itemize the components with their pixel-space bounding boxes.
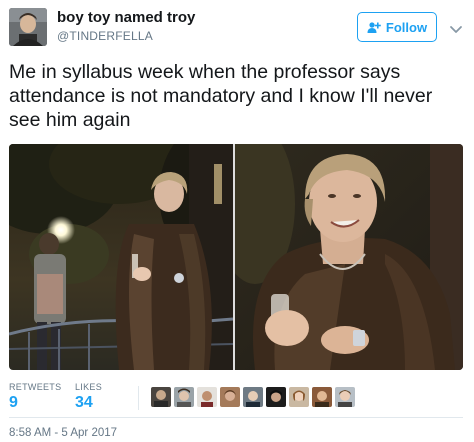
liker-avatar[interactable] (197, 387, 217, 407)
likes-label: LIKES (75, 382, 103, 392)
chevron-down-icon[interactable] (449, 22, 463, 33)
liker-avatar[interactable] (243, 387, 263, 407)
liker-avatar[interactable] (220, 387, 240, 407)
tweet-text: Me in syllabus week when the professor s… (9, 61, 433, 131)
media-grid[interactable] (9, 144, 463, 370)
retweets-count[interactable]: 9 (9, 394, 18, 412)
author-name[interactable]: boy toy named troy (57, 9, 195, 26)
footer-divider (9, 417, 463, 418)
add-user-icon (367, 21, 381, 34)
likes-count[interactable]: 34 (75, 394, 93, 412)
follow-button[interactable]: Follow (357, 12, 437, 42)
stats-divider (138, 386, 139, 410)
liker-avatar[interactable] (266, 387, 286, 407)
liker-avatar[interactable] (335, 387, 355, 407)
photo-woman-fur-coat-closeup[interactable] (215, 144, 463, 370)
avatar-image (9, 8, 47, 46)
retweets-label: RETWEETS (9, 382, 62, 392)
photo-woman-fur-coat-wide[interactable] (9, 144, 259, 370)
author-handle[interactable]: @TINDERFELLA (57, 29, 153, 43)
liker-avatar[interactable] (151, 387, 171, 407)
liker-avatar[interactable] (312, 387, 332, 407)
tweet-timestamp[interactable]: 8:58 AM - 5 Apr 2017 (9, 427, 117, 440)
liker-avatar[interactable] (174, 387, 194, 407)
tweet-card: boy toy named troy @TINDERFELLA Follow M… (0, 0, 474, 442)
author-avatar[interactable] (9, 8, 47, 46)
liker-avatars (151, 387, 355, 407)
follow-button-label: Follow (385, 19, 428, 35)
liker-avatar[interactable] (289, 387, 309, 407)
